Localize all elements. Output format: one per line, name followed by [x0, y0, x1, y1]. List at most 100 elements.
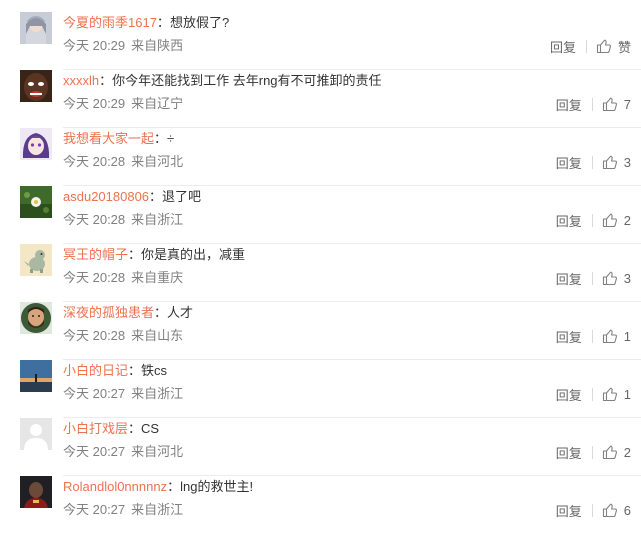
comment-text: lng的救世主!	[180, 479, 254, 494]
reply-button[interactable]: 回复	[556, 385, 582, 404]
comment-line: xxxxlh：你今年还能找到工作 去年rng有不可推卸的责任	[63, 73, 382, 88]
action-divider	[591, 387, 593, 401]
comment-meta: 今天 20:28 来自山东	[63, 327, 183, 345]
comment-item: 小白打戏层：CS 今天 20:27 来自河北 回复 2	[0, 418, 641, 476]
comment-text: 退了吧	[162, 189, 202, 204]
comment-meta: 今天 20:29 来自陕西	[63, 37, 183, 55]
username-link[interactable]: 冥王的帽子	[63, 247, 128, 262]
like-count: 3	[623, 270, 631, 286]
comment-item: xxxxlh：你今年还能找到工作 去年rng有不可推卸的责任 今天 20:29 来…	[0, 70, 641, 128]
action-divider	[585, 39, 587, 53]
like-button[interactable]: 3	[602, 270, 631, 286]
user-avatar[interactable]	[20, 476, 52, 508]
username-link[interactable]: 小白的日记	[63, 363, 128, 378]
comment-item: 深夜的孤独患者：人才 今天 20:28 来自山东 回复 1	[0, 302, 641, 360]
user-avatar[interactable]	[20, 302, 52, 334]
comment-line: 今夏的雨季1617：想放假了?	[63, 15, 230, 30]
reply-button[interactable]: 回复	[550, 37, 576, 56]
like-count: 1	[623, 386, 631, 402]
thumbs-up-icon	[602, 97, 617, 112]
comment-meta: 今天 20:28 来自重庆	[63, 269, 183, 287]
comment-text: 人才	[167, 305, 194, 320]
comment-line: 深夜的孤独患者：人才	[63, 305, 194, 320]
reply-button[interactable]: 回复	[556, 327, 582, 346]
username-link[interactable]: Rolandlol0nnnnnz	[63, 479, 167, 494]
reply-button[interactable]: 回复	[556, 501, 582, 520]
like-button[interactable]: 1	[602, 328, 631, 344]
like-count: 2	[623, 444, 631, 460]
comment-item: Rolandlol0nnnnnz：lng的救世主! 今天 20:27 来自浙江 回…	[0, 476, 641, 534]
action-divider	[591, 97, 593, 111]
comment-actions: 回复 7	[556, 95, 631, 113]
reply-button[interactable]: 回复	[556, 211, 582, 230]
comment-line: asdu20180806：退了吧	[63, 189, 202, 204]
comment-meta: 今天 20:27 来自浙江	[63, 501, 183, 519]
comment-time: 今天 20:29	[63, 96, 126, 111]
like-button[interactable]: 7	[602, 96, 631, 112]
comment-meta: 今天 20:29 来自辽宁	[63, 95, 183, 113]
like-button[interactable]: 赞	[596, 37, 631, 56]
user-avatar[interactable]	[20, 186, 52, 218]
username-link[interactable]: xxxxlh	[63, 73, 99, 88]
comment-time: 今天 20:28	[63, 270, 126, 285]
action-divider	[591, 329, 593, 343]
thumbs-up-icon	[602, 503, 617, 518]
username-link[interactable]: 深夜的孤独患者	[63, 305, 154, 320]
comment-actions: 回复 赞	[550, 37, 631, 55]
comment-list: 今夏的雨季1617：想放假了? 今天 20:29 来自陕西 回复 赞 xxxxlh…	[0, 0, 641, 521]
username-link[interactable]: 我想看大家一起	[63, 131, 154, 146]
comment-item: asdu20180806：退了吧 今天 20:28 来自浙江 回复 2	[0, 186, 641, 244]
like-button[interactable]: 2	[602, 444, 631, 460]
comment-actions: 回复 3	[556, 153, 631, 171]
username-link[interactable]: 小白打戏层	[63, 421, 128, 436]
comment-actions: 回复 1	[556, 327, 631, 345]
thumbs-up-icon	[602, 271, 617, 286]
reply-button[interactable]: 回复	[556, 95, 582, 114]
action-divider	[591, 155, 593, 169]
comment-actions: 回复 6	[556, 501, 631, 519]
like-button[interactable]: 1	[602, 386, 631, 402]
comment-item: 冥王的帽子：你是真的出，减重 今天 20:28 来自重庆 回复 3	[0, 244, 641, 302]
comment-item: 我想看大家一起：÷ 今天 20:28 来自河北 回复 3	[0, 128, 641, 186]
comment-text: 想放假了?	[169, 15, 230, 30]
comment-actions: 回复 2	[556, 443, 631, 461]
thumbs-up-icon	[602, 329, 617, 344]
comment-time: 今天 20:27	[63, 386, 126, 401]
comment-text: CS	[141, 421, 160, 436]
comment-item: 今夏的雨季1617：想放假了? 今天 20:29 来自陕西 回复 赞	[0, 12, 641, 70]
thumbs-up-icon	[596, 39, 611, 54]
comment-source: 来自陕西	[131, 38, 184, 53]
user-avatar[interactable]	[20, 12, 52, 44]
comment-line: 小白的日记：铁cs	[63, 363, 168, 378]
comment-meta: 今天 20:27 来自河北	[63, 443, 183, 461]
comment-meta: 今天 20:28 来自河北	[63, 153, 183, 171]
like-count: 赞	[617, 39, 631, 55]
reply-button[interactable]: 回复	[556, 443, 582, 462]
comment-source: 来自重庆	[131, 270, 184, 285]
action-divider	[591, 213, 593, 227]
username-link[interactable]: 今夏的雨季1617	[63, 15, 157, 30]
comment-item: 小白的日记：铁cs 今天 20:27 来自浙江 回复 1	[0, 360, 641, 418]
thumbs-up-icon	[602, 387, 617, 402]
comment-meta: 今天 20:28 来自浙江	[63, 211, 183, 229]
comment-time: 今天 20:28	[63, 328, 126, 343]
comment-meta: 今天 20:27 来自浙江	[63, 385, 183, 403]
comment-source: 来自辽宁	[131, 96, 184, 111]
user-avatar[interactable]	[20, 70, 52, 102]
thumbs-up-icon	[602, 445, 617, 460]
comment-time: 今天 20:27	[63, 444, 126, 459]
comment-actions: 回复 3	[556, 269, 631, 287]
like-button[interactable]: 2	[602, 212, 631, 228]
like-button[interactable]: 6	[602, 502, 631, 518]
user-avatar[interactable]	[20, 418, 52, 450]
user-avatar[interactable]	[20, 360, 52, 392]
user-avatar[interactable]	[20, 128, 52, 160]
reply-button[interactable]: 回复	[556, 153, 582, 172]
like-button[interactable]: 3	[602, 154, 631, 170]
reply-button[interactable]: 回复	[556, 269, 582, 288]
comment-text: 你是真的出，减重	[141, 247, 246, 262]
comment-source: 来自浙江	[131, 502, 184, 517]
username-link[interactable]: asdu20180806	[63, 189, 149, 204]
user-avatar[interactable]	[20, 244, 52, 276]
comment-source: 来自浙江	[131, 386, 184, 401]
